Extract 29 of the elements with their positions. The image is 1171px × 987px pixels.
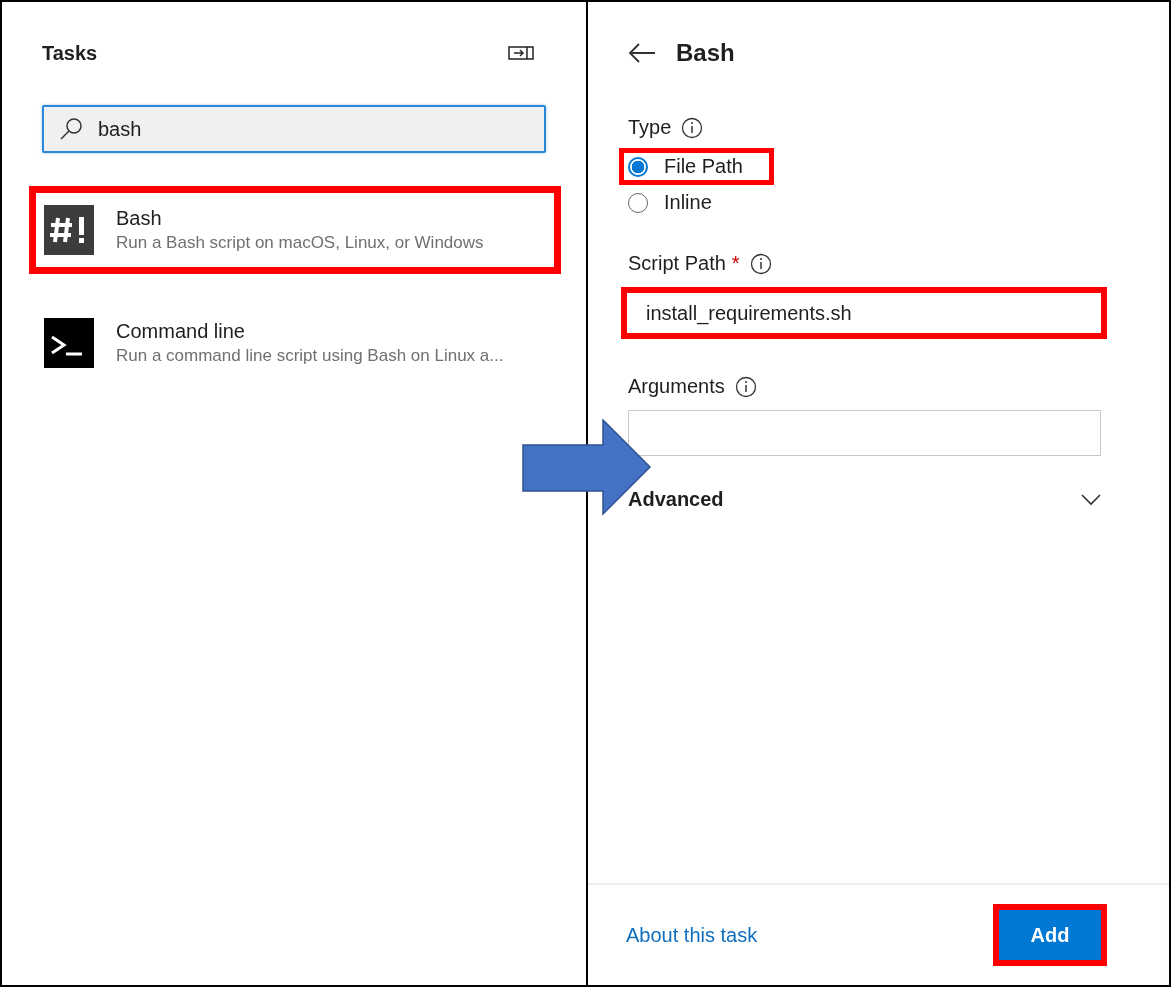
radio-option[interactable]: Inline	[619, 184, 743, 221]
required-mark: *	[731, 252, 740, 275]
info-icon[interactable]	[749, 252, 772, 275]
terminal-icon	[44, 318, 94, 368]
search-icon	[58, 116, 84, 142]
radio-option[interactable]: File Path	[619, 148, 774, 185]
task-description: Run a command line script using Bash on Linux a...	[116, 346, 504, 366]
back-arrow-icon[interactable]	[628, 42, 656, 64]
panel-title: Tasks	[42, 41, 98, 65]
add-button[interactable]: Add	[993, 904, 1107, 966]
about-link[interactable]: About this task	[626, 923, 758, 947]
search-field[interactable]: bash	[42, 105, 546, 153]
field-label: Script Path	[628, 252, 726, 275]
hash-bang-icon	[44, 205, 94, 255]
input-field[interactable]	[628, 410, 1101, 456]
task-title: Bash	[116, 207, 163, 230]
input-field[interactable]: install_requirements.sh	[621, 287, 1107, 339]
dock-icon[interactable]	[508, 46, 534, 60]
info-icon[interactable]	[681, 116, 704, 139]
task-item[interactable]: Command line Run a command line script using Bash on Linux a...	[29, 299, 561, 387]
task-description: Run a Bash script on macOS, Linux, or Windows	[116, 233, 484, 253]
advanced-section-header[interactable]: Advanced	[628, 488, 1103, 511]
task-title: Command line	[116, 320, 246, 343]
field-label: Arguments	[628, 375, 725, 398]
panel-title: Bash	[676, 39, 735, 67]
task-item[interactable]: Bash Run a Bash script on macOS, Linux, or Windows	[29, 186, 561, 274]
chevron-icon	[1081, 493, 1101, 506]
info-icon[interactable]	[734, 375, 757, 398]
field-label: Type	[628, 116, 672, 139]
